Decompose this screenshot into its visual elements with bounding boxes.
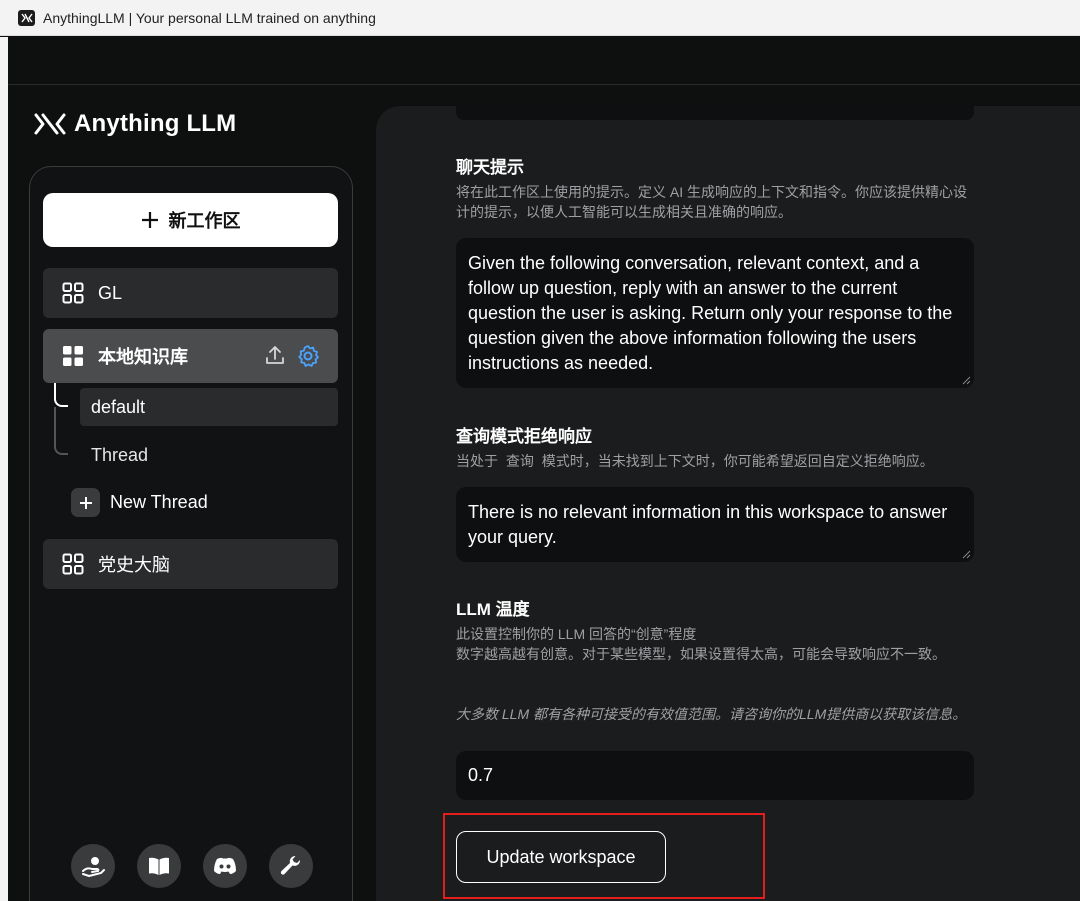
workspace-item-gl[interactable]: GL [43,268,338,318]
chat-prompt-title: 聊天提示 [456,158,524,177]
llm-temp-input[interactable]: 0.7 [456,751,974,800]
logo-text: Anything LLM [74,110,237,137]
query-refusal-textarea[interactable]: There is no relevant information in this… [456,487,974,562]
chat-prompt-description: 将在此工作区上使用的提示。定义 AI 生成响应的上下文和指令。你应该提供精心设计… [456,184,968,220]
grid-icon [62,553,84,575]
thread-item-thread[interactable]: Thread [80,436,338,474]
new-workspace-button[interactable]: 新工作区 [43,193,338,247]
workspace-item-party-history[interactable]: 党史大脑 [43,539,338,589]
update-workspace-label: Update workspace [486,846,636,867]
discord-icon[interactable] [203,844,247,888]
sidebar-footer [71,844,313,888]
llm-temp-note: 大多数 LLM 都有各种可接受的有效值范围。请咨询你的LLM提供商以获取该信息。 [456,706,967,722]
docs-book-icon[interactable] [137,844,181,888]
window-frame-edge [0,37,8,901]
desc-text: 当处于 [456,453,498,469]
window-titlebar: AnythingLLM | Your personal LLM trained … [0,0,1080,36]
window-title: AnythingLLM | Your personal LLM trained … [43,9,376,26]
workspace-label: 党史大脑 [98,555,170,575]
previous-field-input[interactable] [456,106,974,120]
gear-icon[interactable] [296,344,320,368]
query-refusal-title: 查询模式拒绝响应 [456,427,592,446]
desc-text: 模式时，当未找到上下文时，你可能希望返回自定义拒绝响应。 [541,453,934,469]
new-thread-label: New Thread [110,492,208,512]
workspace-actions [264,344,320,368]
llm-temp-desc-line1: 此设置控制你的 LLM 回答的“创意”程度 [456,626,697,642]
thread-item-default[interactable]: default [80,388,338,426]
llm-temp-title: LLM 温度 [456,600,530,619]
resize-grip-icon[interactable] [962,376,971,385]
app-logo-icon [18,9,35,26]
chat-prompt-value: Given the following conversation, releva… [468,253,953,373]
new-workspace-label: 新工作区 [168,211,241,231]
chat-prompt-textarea[interactable]: Given the following conversation, releva… [456,238,974,388]
support-icon[interactable] [71,844,115,888]
upload-icon[interactable] [264,344,286,366]
thread-label: default [91,396,146,417]
workspace-label: 本地知识库 [98,347,188,367]
tree-connector [54,407,68,455]
top-bar [8,37,1080,85]
plus-icon [71,488,100,517]
resize-grip-icon[interactable] [962,550,971,559]
thread-label: Thread [91,444,149,465]
update-workspace-button[interactable]: Update workspace [456,831,666,883]
plus-icon [141,212,158,228]
grid-filled-icon [63,346,83,366]
llm-temp-value: 0.7 [468,765,494,785]
workspace-label: GL [98,282,123,303]
llm-temp-desc-line2: 数字越高越有创意。对于某些模型，如果设置得太高，可能会导致响应不一致。 [456,646,946,662]
query-refusal-description: 当处于 查询 模式时，当未找到上下文时，你可能希望返回自定义拒绝响应。 [456,451,976,472]
grid-icon [62,282,84,304]
settings-wrench-icon[interactable] [269,844,313,888]
query-mode-code: 查询 [505,454,534,470]
workspace-item-local-kb[interactable]: 本地知识库 [43,329,338,383]
new-thread-button[interactable]: New Thread [71,488,208,517]
query-refusal-value: There is no relevant information in this… [468,502,948,547]
app-logo: Anything LLM [34,110,236,138]
llm-temp-description: 此设置控制你的 LLM 回答的“创意”程度 数字越高越有创意。对于某些模型，如果… [456,624,976,664]
tree-connector-active [54,383,68,407]
anythingllm-logo-icon [34,113,66,135]
